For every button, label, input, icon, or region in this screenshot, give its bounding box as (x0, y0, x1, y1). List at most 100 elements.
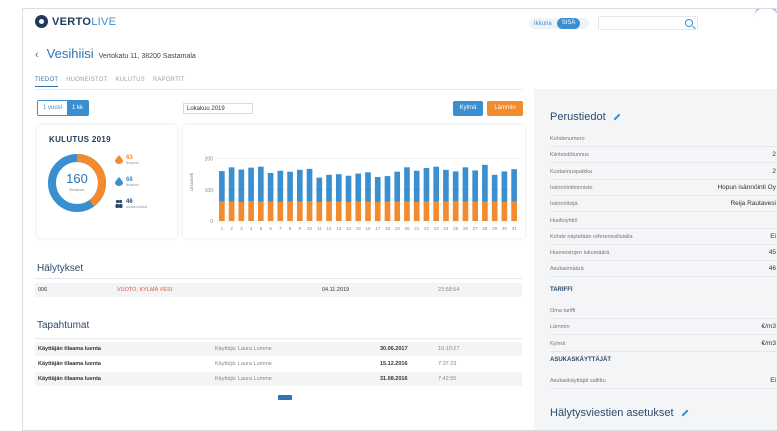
summary-title: KULUTUS 2019 (49, 135, 111, 144)
view-toggle-option-a[interactable]: Ikkuna (529, 21, 557, 27)
bar-warm (355, 201, 362, 221)
info-row-divider (550, 243, 776, 245)
info-value: Hopun isännöinti Oy (717, 183, 776, 191)
info-row-divider (550, 194, 776, 196)
bar-warm (394, 201, 401, 221)
tab-kulutus[interactable]: KULUTUS (115, 77, 144, 87)
tab-huoneistot[interactable]: HUONEISTOT (66, 77, 107, 87)
info-label: Kohde näytetään referenssilistalla (550, 233, 633, 240)
info-value: Reija Rautavesi (730, 200, 776, 208)
event-row[interactable]: Käyttäjän tilaama luenta Käyttäjä: Laura… (35, 357, 522, 371)
info-label: Lämmin (550, 324, 570, 331)
events-title: Tapahtumat (37, 320, 90, 331)
bar-cold (228, 167, 235, 202)
bar-cold (462, 167, 469, 202)
event-row[interactable]: Käyttäjän tilaama luenta Käyttäjä: Laura… (35, 372, 522, 386)
view-toggle-option-b[interactable]: SISÄ (556, 18, 581, 29)
info-value: Ei (770, 232, 776, 240)
edit-alert-settings-icon[interactable] (680, 409, 689, 417)
info-label: Kustannuspaikka (550, 168, 592, 175)
bar-warm (413, 201, 420, 221)
x-tick-label: 6 (269, 226, 272, 231)
info-row: Kohdenumero (550, 133, 776, 145)
info-row: Isännöitsijä Reija Rautavesi (550, 198, 776, 210)
events-divider (35, 338, 522, 339)
logo[interactable]: VERTOLIVE (35, 15, 116, 28)
x-tick-label: 7 (279, 226, 282, 231)
info-row: Asukaskäyttäjät sallittu Ei (550, 375, 776, 387)
logo-icon (35, 15, 48, 28)
bar-cold (491, 174, 498, 202)
bar-warm (267, 201, 274, 221)
x-tick-label: 21 (414, 226, 420, 231)
back-button[interactable]: ‹ (35, 49, 39, 61)
x-tick-label: 12 (327, 226, 333, 231)
info-value: Ei (770, 377, 776, 384)
search-input[interactable] (598, 16, 698, 30)
people-icon (115, 199, 123, 208)
event-name: Käyttäjän tilaama luenta (38, 346, 101, 352)
tab-raportit[interactable]: RAPORTIT (153, 77, 185, 87)
info-label: Kiinteistötunnus (550, 152, 589, 159)
bar-warm (248, 201, 254, 221)
edit-basic-info-icon[interactable] (613, 113, 621, 121)
app-window: VERTOLIVE Ikkuna SISÄ ‹ Vesihiisi Vertok… (22, 8, 777, 431)
event-row[interactable]: Käyttäjän tilaama luenta Käyttäjä: Laura… (35, 342, 522, 356)
bar-warm (501, 201, 508, 221)
residents-unit: asukasmäärä (126, 205, 148, 209)
bar-warm (306, 201, 313, 221)
alert-type: VUOTO, KYLMÄ VESI (117, 287, 173, 293)
warm-water-button[interactable]: Lämmin (487, 101, 523, 116)
x-tick-label: 30 (502, 226, 508, 231)
info-label: Huoltoyhtiö (550, 217, 578, 224)
bar-warm (258, 201, 264, 221)
x-tick-label: 24 (443, 226, 449, 231)
event-time: 10:10:27 (438, 346, 460, 352)
info-value: 46 (768, 265, 776, 273)
view-toggle[interactable]: Ikkuna SISÄ (529, 18, 589, 29)
tab-tiedot[interactable]: TIEDOT (35, 77, 59, 87)
range-1-month-button[interactable]: 1 kk (67, 101, 89, 115)
bar-cold (345, 175, 352, 202)
info-label: Huoneistojen lukumäärä (550, 250, 610, 257)
bar-cold (394, 171, 401, 202)
total-consumption-unit: litraa/vrk (69, 187, 85, 192)
bar-warm (287, 201, 293, 221)
x-tick-label: 25 (453, 226, 459, 231)
event-user: Käyttäjä: Laura Lumme (215, 361, 272, 367)
info-label: Isännöitsijä (550, 201, 578, 208)
pagination-indicator[interactable] (278, 395, 292, 400)
x-tick-label: 22 (424, 226, 430, 231)
event-time: 7:37:23 (438, 361, 457, 367)
alert-row[interactable]: 006 VUOTO, KYLMÄ VESI 04.11.2019 23:58:5… (35, 283, 522, 297)
bar-cold (443, 169, 449, 202)
x-tick-label: 14 (346, 226, 352, 231)
page-header: ‹ Vesihiisi Vertokatu 11, 38200 Sastamal… (35, 46, 196, 61)
bar-warm (491, 201, 498, 221)
info-row: Huoneistojen lukumäärä 45 (550, 247, 776, 259)
alert-time: 23:58:54 (438, 287, 460, 293)
cold-unit: litraa/vrk (126, 183, 140, 187)
info-label: Isännöintitoimisto (550, 184, 593, 191)
month-select[interactable]: Lokakuu 2019 (183, 103, 253, 114)
bar-warm (238, 201, 245, 221)
bar-cold (501, 171, 508, 202)
cold-water-button[interactable]: Kylmä (453, 101, 483, 116)
bar-cold (452, 171, 459, 202)
x-tick-label: 19 (395, 226, 401, 231)
event-date: 31.08.2016 (380, 376, 408, 382)
main-content: 1 vuosi 1 kk Lokakuu 2019 Kylmä Lämmin K… (35, 95, 525, 430)
search-icon[interactable] (685, 19, 693, 27)
bar-cold (365, 172, 371, 202)
y-tick-label: 100 (205, 188, 214, 194)
bar-warm (384, 201, 391, 221)
consumption-summary-card: KULUTUS 2019 160 litraa/vrk 63 litraa/vr… (37, 125, 177, 238)
info-value: 2 (772, 167, 776, 175)
wave-icon (754, 9, 777, 17)
event-date: 15.12.2016 (380, 361, 408, 367)
bar-warm (423, 201, 430, 221)
range-1-year-button[interactable]: 1 vuosi (38, 101, 68, 115)
info-row-divider (550, 350, 776, 352)
y-axis-label: Litraa/vrk (189, 172, 194, 191)
bar-cold (326, 174, 332, 202)
